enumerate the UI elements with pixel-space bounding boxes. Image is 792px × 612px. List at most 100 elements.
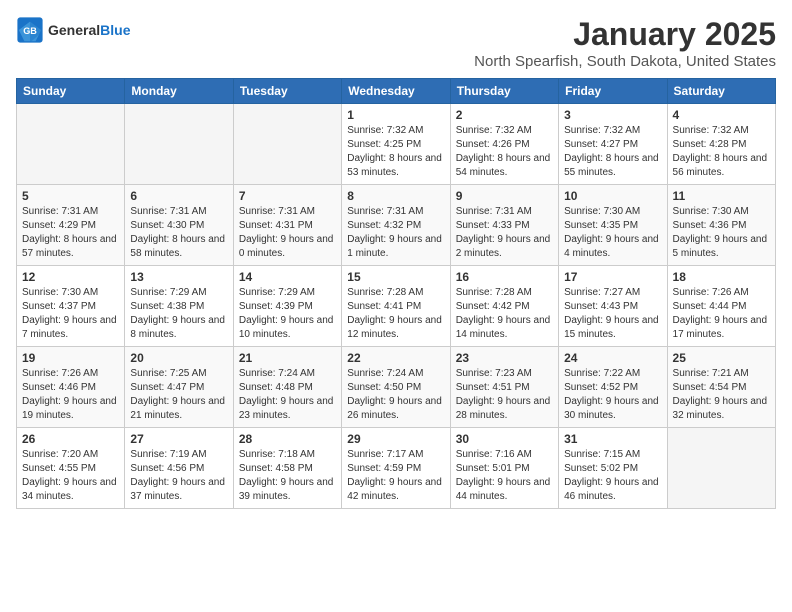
day-number: 17 [564,270,661,284]
day-number: 2 [456,108,553,122]
day-detail: Sunrise: 7:20 AM Sunset: 4:55 PM Dayligh… [22,448,119,504]
day-detail: Sunrise: 7:31 AM Sunset: 4:31 PM Dayligh… [239,205,336,261]
day-number: 13 [130,270,227,284]
weekday-header-friday: Friday [559,79,667,104]
day-detail: Sunrise: 7:24 AM Sunset: 4:48 PM Dayligh… [239,367,336,423]
day-cell [125,104,233,185]
day-number: 25 [673,351,770,365]
day-detail: Sunrise: 7:31 AM Sunset: 4:29 PM Dayligh… [22,205,119,261]
title-block: January 2025 North Spearfish, South Dako… [474,16,776,70]
weekday-header-wednesday: Wednesday [342,79,450,104]
weekday-header-saturday: Saturday [667,79,775,104]
logo-icon: GB [16,16,44,44]
day-cell: 19 Sunrise: 7:26 AM Sunset: 4:46 PM Dayli… [17,347,125,428]
day-cell [667,428,775,509]
day-number: 9 [456,189,553,203]
calendar-table: SundayMondayTuesdayWednesdayThursdayFrid… [16,78,776,509]
day-number: 19 [22,351,119,365]
day-number: 3 [564,108,661,122]
day-detail: Sunrise: 7:32 AM Sunset: 4:25 PM Dayligh… [347,124,444,180]
day-detail: Sunrise: 7:26 AM Sunset: 4:46 PM Dayligh… [22,367,119,423]
day-detail: Sunrise: 7:25 AM Sunset: 4:47 PM Dayligh… [130,367,227,423]
day-number: 18 [673,270,770,284]
day-cell: 12 Sunrise: 7:30 AM Sunset: 4:37 PM Dayli… [17,266,125,347]
day-number: 1 [347,108,444,122]
day-number: 21 [239,351,336,365]
day-cell: 6Sunrise: 7:31 AM Sunset: 4:30 PM Daylig… [125,185,233,266]
day-number: 11 [673,189,770,203]
day-cell: 1 Sunrise: 7:32 AM Sunset: 4:25 PM Daylig… [342,104,450,185]
day-cell: 13 Sunrise: 7:29 AM Sunset: 4:38 PM Dayli… [125,266,233,347]
day-detail: Sunrise: 7:29 AM Sunset: 4:38 PM Dayligh… [130,286,227,342]
week-row-2: 5Sunrise: 7:31 AM Sunset: 4:29 PM Daylig… [17,185,776,266]
day-detail: Sunrise: 7:27 AM Sunset: 4:43 PM Dayligh… [564,286,661,342]
day-detail: Sunrise: 7:30 AM Sunset: 4:35 PM Dayligh… [564,205,661,261]
day-cell: 27 Sunrise: 7:19 AM Sunset: 4:56 PM Dayli… [125,428,233,509]
day-cell: 15Sunrise: 7:28 AM Sunset: 4:41 PM Dayli… [342,266,450,347]
day-cell: 7 Sunrise: 7:31 AM Sunset: 4:31 PM Daylig… [233,185,341,266]
day-cell [233,104,341,185]
day-cell: 3Sunrise: 7:32 AM Sunset: 4:27 PM Daylig… [559,104,667,185]
day-number: 30 [456,432,553,446]
day-detail: Sunrise: 7:16 AM Sunset: 5:01 PM Dayligh… [456,448,553,504]
day-cell: 20 Sunrise: 7:25 AM Sunset: 4:47 PM Dayli… [125,347,233,428]
day-detail: Sunrise: 7:31 AM Sunset: 4:33 PM Dayligh… [456,205,553,261]
week-row-5: 26Sunrise: 7:20 AM Sunset: 4:55 PM Dayli… [17,428,776,509]
day-detail: Sunrise: 7:28 AM Sunset: 4:42 PM Dayligh… [456,286,553,342]
day-number: 4 [673,108,770,122]
day-number: 8 [347,189,444,203]
week-row-3: 12 Sunrise: 7:30 AM Sunset: 4:37 PM Dayli… [17,266,776,347]
day-cell: 17 Sunrise: 7:27 AM Sunset: 4:43 PM Dayli… [559,266,667,347]
weekday-header-thursday: Thursday [450,79,558,104]
day-detail: Sunrise: 7:18 AM Sunset: 4:58 PM Dayligh… [239,448,336,504]
day-number: 10 [564,189,661,203]
day-detail: Sunrise: 7:19 AM Sunset: 4:56 PM Dayligh… [130,448,227,504]
day-number: 14 [239,270,336,284]
logo: GB GeneralBlue [16,16,130,44]
day-cell: 5Sunrise: 7:31 AM Sunset: 4:29 PM Daylig… [17,185,125,266]
day-number: 27 [130,432,227,446]
day-cell [17,104,125,185]
svg-text:GB: GB [23,26,37,36]
day-number: 7 [239,189,336,203]
day-detail: Sunrise: 7:29 AM Sunset: 4:39 PM Dayligh… [239,286,336,342]
logo-text: GeneralBlue [48,22,130,38]
day-number: 15 [347,270,444,284]
day-number: 12 [22,270,119,284]
day-cell: 25 Sunrise: 7:21 AM Sunset: 4:54 PM Dayli… [667,347,775,428]
month-year-title: January 2025 [474,16,776,53]
day-cell: 10 Sunrise: 7:30 AM Sunset: 4:35 PM Dayli… [559,185,667,266]
day-cell: 28 Sunrise: 7:18 AM Sunset: 4:58 PM Dayli… [233,428,341,509]
day-cell: 18 Sunrise: 7:26 AM Sunset: 4:44 PM Dayli… [667,266,775,347]
day-cell: 22 Sunrise: 7:24 AM Sunset: 4:50 PM Dayli… [342,347,450,428]
day-detail: Sunrise: 7:21 AM Sunset: 4:54 PM Dayligh… [673,367,770,423]
day-detail: Sunrise: 7:17 AM Sunset: 4:59 PM Dayligh… [347,448,444,504]
day-cell: 24Sunrise: 7:22 AM Sunset: 4:52 PM Dayli… [559,347,667,428]
weekday-header-tuesday: Tuesday [233,79,341,104]
day-number: 23 [456,351,553,365]
day-cell: 11 Sunrise: 7:30 AM Sunset: 4:36 PM Dayli… [667,185,775,266]
location-subtitle: North Spearfish, South Dakota, United St… [474,53,776,70]
day-detail: Sunrise: 7:31 AM Sunset: 4:32 PM Dayligh… [347,205,444,261]
day-cell: 26Sunrise: 7:20 AM Sunset: 4:55 PM Dayli… [17,428,125,509]
day-number: 29 [347,432,444,446]
day-number: 20 [130,351,227,365]
day-number: 28 [239,432,336,446]
day-detail: Sunrise: 7:22 AM Sunset: 4:52 PM Dayligh… [564,367,661,423]
day-number: 31 [564,432,661,446]
day-detail: Sunrise: 7:30 AM Sunset: 4:37 PM Dayligh… [22,286,119,342]
day-cell: 9 Sunrise: 7:31 AM Sunset: 4:33 PM Daylig… [450,185,558,266]
day-cell: 21 Sunrise: 7:24 AM Sunset: 4:48 PM Dayli… [233,347,341,428]
day-number: 16 [456,270,553,284]
day-number: 22 [347,351,444,365]
day-detail: Sunrise: 7:26 AM Sunset: 4:44 PM Dayligh… [673,286,770,342]
day-detail: Sunrise: 7:24 AM Sunset: 4:50 PM Dayligh… [347,367,444,423]
week-row-4: 19 Sunrise: 7:26 AM Sunset: 4:46 PM Dayli… [17,347,776,428]
day-cell: 30 Sunrise: 7:16 AM Sunset: 5:01 PM Dayli… [450,428,558,509]
day-cell: 23Sunrise: 7:23 AM Sunset: 4:51 PM Dayli… [450,347,558,428]
day-detail: Sunrise: 7:32 AM Sunset: 4:26 PM Dayligh… [456,124,553,180]
weekday-header-sunday: Sunday [17,79,125,104]
day-detail: Sunrise: 7:15 AM Sunset: 5:02 PM Dayligh… [564,448,661,504]
day-detail: Sunrise: 7:30 AM Sunset: 4:36 PM Dayligh… [673,205,770,261]
day-detail: Sunrise: 7:32 AM Sunset: 4:28 PM Dayligh… [673,124,770,180]
